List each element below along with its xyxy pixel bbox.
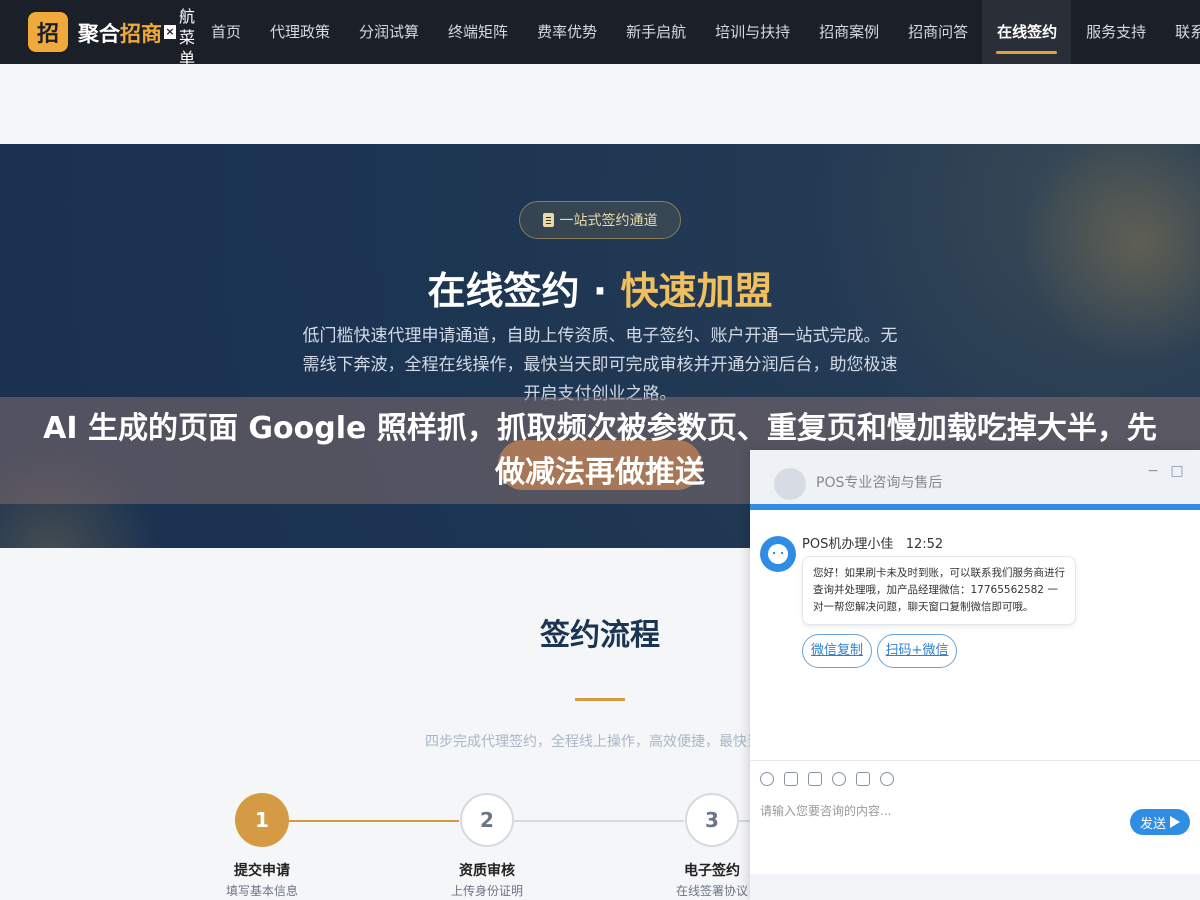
hero-badge-label: 一站式签约通道: [559, 213, 658, 229]
hero-badge: 一站式签约通道: [519, 201, 681, 239]
nav-menu-char: 单: [178, 49, 195, 64]
brand-name[interactable]: 聚合招商: [78, 18, 162, 48]
step-number: 3: [685, 793, 739, 847]
top-nav: 招 聚合招商 × 航 菜 单 首页 代理政策 分润试算 终端矩阵 费率优势 新手…: [0, 0, 1200, 64]
agent-name-line: POS机办理小佳 12:52: [802, 533, 943, 552]
brand-part2: 招商: [120, 22, 162, 46]
minimize-icon[interactable]: −: [1146, 464, 1160, 478]
copy-wechat-button[interactable]: 微信复制: [802, 634, 872, 668]
nav-link-contact[interactable]: 联系: [1160, 0, 1200, 64]
step-number: 2: [460, 793, 514, 847]
nav-menu-toggle[interactable]: 航 菜 单: [178, 6, 196, 64]
chat-header-accent: [750, 504, 1200, 510]
agent-face-icon: [768, 544, 788, 564]
nav-link-rates[interactable]: 费率优势: [522, 0, 611, 64]
hero-glow: [1020, 144, 1200, 364]
nav-link-cases[interactable]: 招商案例: [804, 0, 893, 64]
spacer-strip: [0, 64, 1200, 144]
chat-toolbar: [750, 760, 1200, 796]
send-icon: [1170, 816, 1180, 828]
close-icon[interactable]: ×: [164, 25, 176, 39]
nav-link-policy[interactable]: 代理政策: [255, 0, 344, 64]
agent-name: POS机办理小佳: [802, 537, 894, 552]
mute-icon[interactable]: [856, 771, 870, 786]
wechat-icon[interactable]: [880, 771, 894, 786]
chat-footer: [750, 874, 1200, 900]
step-desc: 填写基本信息: [225, 884, 298, 898]
brand-part1: 聚合: [78, 22, 120, 46]
step-connector: [514, 820, 684, 822]
nav-menu-char: 菜: [178, 28, 195, 47]
avatar: [774, 468, 806, 500]
nav-link-signing[interactable]: 在线签约: [982, 0, 1072, 64]
step-number: 1: [235, 793, 289, 847]
emoji-icon[interactable]: [760, 771, 774, 786]
chat-title: POS专业咨询与售后: [816, 475, 943, 491]
maximize-icon[interactable]: □: [1170, 464, 1184, 478]
nav-link-newbie[interactable]: 新手启航: [611, 0, 700, 64]
nav-link-support[interactable]: 服务支持: [1071, 0, 1160, 64]
nav-link-calculator[interactable]: 分润试算: [344, 0, 433, 64]
clipboard-icon: [542, 213, 554, 227]
hero-title-accent: 快速加盟: [620, 269, 773, 313]
step-connector: [289, 820, 459, 822]
send-button[interactable]: 发送: [1130, 809, 1190, 835]
nav-link-home[interactable]: 首页: [196, 0, 255, 64]
hero-description: 低门槛快速代理申请通道，自助上传资质、电子签约、账户开通一站式完成。无需线下奔波…: [302, 326, 898, 404]
nav-link-training[interactable]: 培训与扶持: [700, 0, 804, 64]
message-bubble: 您好！如果刷卡未及时到账，可以联系我们服务商进行查询并处理哦，加产品经理微信：1…: [802, 556, 1076, 625]
hero-title-main: 在线签约 ·: [427, 269, 621, 313]
image-icon[interactable]: [784, 771, 798, 786]
chat-widget: POS专业咨询与售后 − □ POS机办理小佳 12:52 您好！如果刷卡未及时…: [750, 450, 1200, 900]
send-label: 发送: [1139, 816, 1166, 832]
screenshot-icon[interactable]: [808, 771, 822, 786]
nav-link-terminals[interactable]: 终端矩阵: [433, 0, 522, 64]
message-time: 12:52: [905, 537, 944, 552]
nav-link-faq[interactable]: 招商问答: [893, 0, 982, 64]
nav-links: 首页 代理政策 分润试算 终端矩阵 费率优势 新手启航 培训与扶持 招商案例 招…: [196, 0, 1200, 64]
step-name: 提交申请: [234, 863, 290, 879]
logo-icon[interactable]: 招: [28, 12, 68, 52]
chat-input[interactable]: 请输入您要咨询的内容...: [760, 802, 891, 819]
hero-title: 在线签约 · 快速加盟: [0, 260, 1200, 315]
scan-wechat-button[interactable]: 扫码+微信: [877, 634, 957, 668]
step-name: 资质审核: [459, 863, 515, 879]
nav-menu-char: 航: [178, 7, 195, 26]
title-underline: [575, 698, 625, 701]
chat-header: POS专业咨询与售后 − □: [750, 450, 1200, 510]
shield-icon[interactable]: [832, 771, 846, 786]
agent-avatar: [760, 536, 796, 572]
step-desc: 上传身份证明: [450, 884, 523, 898]
